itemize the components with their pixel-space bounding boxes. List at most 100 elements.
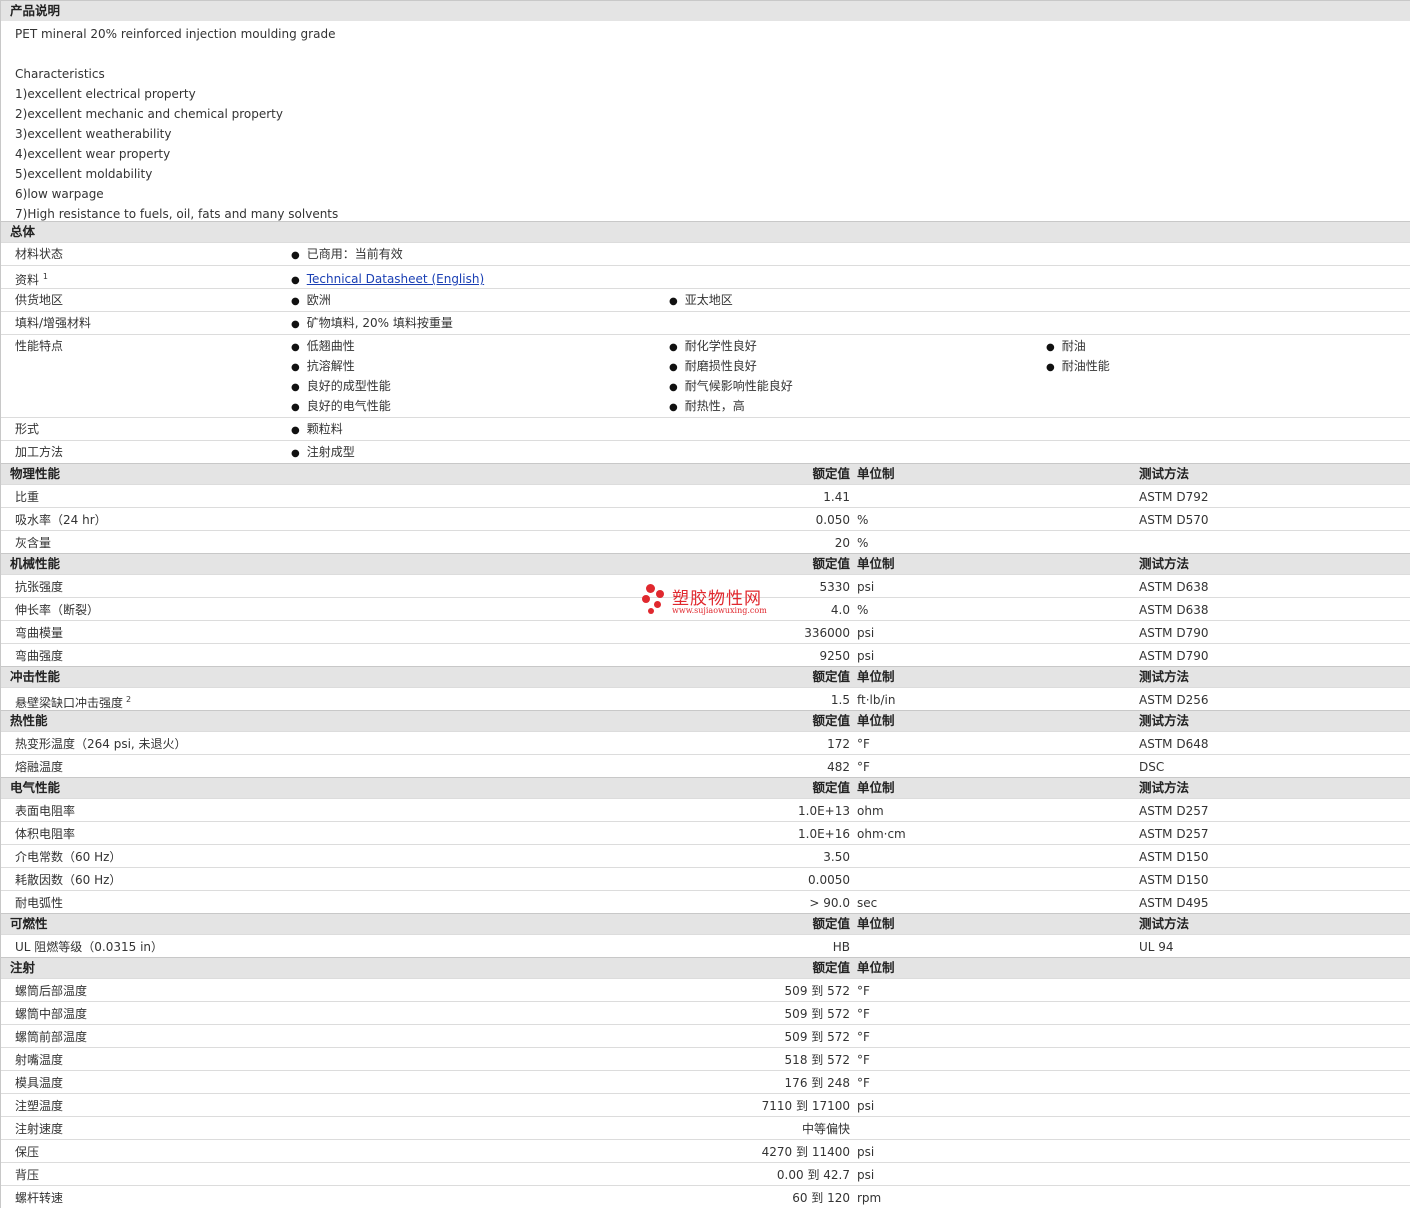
test-method: UL 94	[1139, 940, 1174, 954]
property-value: 518 到 572	[784, 1053, 850, 1067]
table-row: 耐电弧性 > 90.0 sec ASTM D495	[1, 890, 1410, 913]
column-header-unit: 单位制	[857, 713, 895, 728]
property-value: 0.0050	[808, 873, 850, 887]
description-line	[15, 44, 1410, 64]
property-unit: °F	[857, 1053, 870, 1067]
table-row: 注塑温度 7110 到 17100 psi	[1, 1093, 1410, 1116]
property-unit: °F	[857, 1076, 870, 1090]
column-header-method: 测试方法	[1139, 780, 1190, 795]
property-label: 弯曲强度	[15, 645, 63, 667]
logo-dot	[642, 595, 650, 603]
property-label-text: 弯曲强度	[15, 649, 64, 663]
property-unit: ohm	[857, 804, 884, 818]
column-header-unit: 单位制	[857, 916, 895, 931]
row-label: 供货地区	[15, 293, 64, 307]
section-title: 冲击性能	[10, 669, 61, 684]
description-line: 5)excellent moldability	[15, 167, 153, 181]
property-label: 熔融温度	[15, 756, 63, 778]
logo-dot	[656, 590, 664, 598]
table-row: 背压 0.00 到 42.7 psi	[1, 1162, 1410, 1185]
section-header-general: 总体	[1, 221, 1410, 242]
footnote-marker: 1	[42, 272, 48, 281]
section-title: 注射	[10, 960, 36, 975]
table-row: 螺筒中部温度 509 到 572 °F	[1, 1001, 1410, 1024]
property-label-text: 介电常数（60 Hz）	[15, 850, 122, 864]
bullet-item: 耐磨损性良好	[669, 358, 757, 376]
description-line: 6)low warpage	[15, 187, 104, 201]
property-label: 弯曲模量	[15, 622, 63, 644]
table-row: UL 阻燃等级（0.0315 in） HB UL 94	[1, 934, 1410, 957]
test-method: ASTM D150	[1139, 850, 1209, 864]
property-label: 射嘴温度	[15, 1049, 63, 1071]
property-unit: sec	[857, 896, 878, 910]
bullet-item: 耐气候影响性能良好	[669, 378, 793, 396]
section-title: 热性能	[10, 713, 48, 728]
property-value: 509 到 572	[784, 984, 850, 998]
property-label-text: 伸长率（断裂）	[15, 603, 100, 617]
property-unit: psi	[857, 626, 875, 640]
column-header-unit: 单位制	[857, 780, 895, 795]
property-label: 耐电弧性	[15, 892, 63, 914]
property-value: 509 到 572	[784, 1007, 850, 1021]
watermark-url: www.sujiaowuxing.com	[672, 606, 767, 615]
description-line: 2)excellent mechanic and chemical proper…	[15, 107, 283, 121]
column-header-value: 额定值	[812, 669, 850, 684]
column-header-value: 额定值	[812, 713, 850, 728]
bullet-item: 低翘曲性	[291, 338, 355, 356]
column-header-method: 测试方法	[1139, 466, 1190, 481]
bullet-item: 注射成型	[291, 444, 355, 462]
section-title: 可燃性	[10, 916, 48, 931]
property-label-text: UL 阻燃等级（0.0315 in）	[15, 940, 164, 954]
logo-dot	[654, 601, 661, 608]
column-header-method: 测试方法	[1139, 556, 1190, 571]
property-label: 保压	[15, 1141, 39, 1163]
row-label: 形式	[15, 422, 40, 436]
bullet-item: 矿物填料, 20% 填料按重量	[291, 315, 453, 333]
description-line: 1)excellent electrical property	[15, 87, 196, 101]
property-label-text: 射嘴温度	[15, 1053, 64, 1067]
property-label: 螺筒后部温度	[15, 980, 87, 1002]
property-label: 伸长率（断裂）	[15, 599, 99, 621]
property-value: 1.0E+16	[798, 827, 850, 841]
property-value: 482	[827, 760, 850, 774]
test-method: ASTM D495	[1139, 896, 1209, 910]
property-label-text: 注塑温度	[15, 1099, 64, 1113]
row-label: 资料 1	[15, 269, 48, 288]
property-label-text: 螺筒前部温度	[15, 1030, 88, 1044]
test-method: ASTM D257	[1139, 827, 1209, 841]
general-row-docs: 资料 1 Technical Datasheet (English)	[1, 265, 1410, 288]
property-unit: °F	[857, 737, 870, 751]
section-title: 机械性能	[10, 556, 61, 571]
property-label: UL 阻燃等级（0.0315 in）	[15, 936, 163, 958]
property-label: 吸水率（24 hr）	[15, 509, 107, 531]
bullet-item: Technical Datasheet (English)	[291, 271, 484, 289]
property-label: 注塑温度	[15, 1095, 63, 1117]
bullet-item: 颗粒料	[291, 421, 343, 439]
general-row-filler: 填料/增强材料 矿物填料, 20% 填料按重量	[1, 311, 1410, 334]
test-method: ASTM D790	[1139, 649, 1209, 663]
property-unit: ohm·cm	[857, 827, 906, 841]
description-line: 3)excellent weatherability	[15, 127, 172, 141]
property-label: 耗散因数（60 Hz）	[15, 869, 121, 891]
technical-datasheet-link[interactable]: Technical Datasheet (English)	[307, 272, 484, 286]
bullet-item: 耐热性，高	[669, 398, 745, 416]
description-block: PET mineral 20% reinforced injection mou…	[1, 21, 1410, 221]
test-method: ASTM D648	[1139, 737, 1209, 751]
description-line: 4)excellent wear property	[15, 147, 171, 161]
property-value: 172	[827, 737, 850, 751]
table-row: 螺筒前部温度 509 到 572 °F	[1, 1024, 1410, 1047]
table-row: 保压 4270 到 11400 psi	[1, 1139, 1410, 1162]
column-header-unit: 单位制	[857, 466, 895, 481]
property-label-text: 吸水率（24 hr）	[15, 513, 107, 527]
property-value: 176 到 248	[784, 1076, 850, 1090]
property-label-text: 注射速度	[15, 1122, 64, 1136]
bullet-item: 良好的成型性能	[291, 378, 391, 396]
test-method: ASTM D570	[1139, 513, 1209, 527]
property-value: 3.50	[823, 850, 850, 864]
test-method: ASTM D790	[1139, 626, 1209, 640]
property-label: 螺筒前部温度	[15, 1026, 87, 1048]
section-title: 物理性能	[10, 466, 61, 481]
bullet-item: 已商用：当前有效	[291, 246, 403, 264]
property-value: 0.00 到 42.7	[776, 1168, 850, 1182]
property-value: 中等偏快	[801, 1122, 850, 1136]
